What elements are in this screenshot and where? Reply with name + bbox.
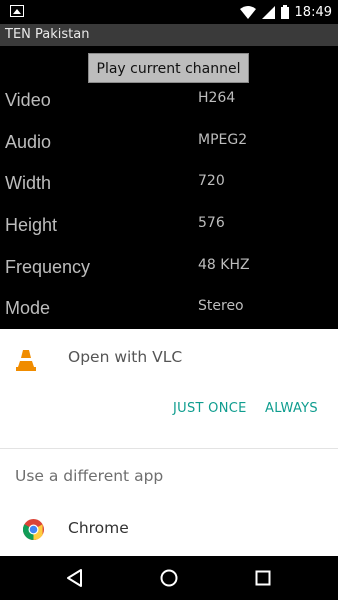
info-label: Video <box>5 90 51 110</box>
info-row-width: Width 720 <box>0 165 338 207</box>
play-current-channel-button[interactable]: Play current channel <box>88 53 249 83</box>
info-value: H264 <box>198 90 236 106</box>
use-different-app-heading: Use a different app <box>15 467 164 485</box>
info-label: Audio <box>5 131 52 152</box>
info-value: 576 <box>198 215 225 232</box>
open-with-sheet: Open with VLC JUST ONCE ALWAYS Use a dif… <box>0 329 338 556</box>
app-item-chrome[interactable]: Chrome <box>0 509 338 553</box>
signal-icon <box>261 5 275 19</box>
divider <box>0 448 338 449</box>
back-icon[interactable] <box>64 567 86 589</box>
info-value: 720 <box>198 173 225 190</box>
chooser-actions: JUST ONCE ALWAYS <box>0 401 338 425</box>
open-with-vlc-label: Open with VLC <box>68 348 183 366</box>
info-value: MPEG2 <box>198 131 248 148</box>
info-row-audio: Audio MPEG2 <box>0 124 338 166</box>
recents-icon[interactable] <box>252 567 274 589</box>
info-row-height: Height 576 <box>0 207 338 249</box>
navigation-bar <box>0 556 338 600</box>
info-label: Height <box>5 215 58 236</box>
app-item-label: Chrome <box>68 519 129 537</box>
app-title-bar: TEN Pakistan <box>0 24 338 46</box>
info-label: Width <box>5 173 52 194</box>
info-value: 48 KHZ <box>198 256 250 273</box>
wifi-icon <box>239 5 256 19</box>
open-with-vlc-row[interactable]: Open with VLC <box>0 329 338 387</box>
home-icon[interactable] <box>158 567 180 589</box>
info-row-frequency: Frequency 48 KHZ <box>0 249 338 291</box>
chrome-icon <box>23 519 44 540</box>
app-title: TEN Pakistan <box>5 27 90 42</box>
status-bar: 18:49 <box>0 0 338 24</box>
always-button[interactable]: ALWAYS <box>265 401 318 416</box>
channel-info-list: Video H264 Audio MPEG2 Width 720 Height … <box>0 82 338 332</box>
image-notification-icon <box>10 5 24 17</box>
info-value: Stereo <box>198 298 244 315</box>
vlc-cone-icon <box>16 350 36 371</box>
info-label: Frequency <box>5 256 91 277</box>
status-icons: 18:49 <box>239 0 332 24</box>
info-row-video: Video H264 <box>0 82 338 124</box>
info-label: Mode <box>5 298 51 319</box>
info-row-mode: Mode Stereo <box>0 290 338 332</box>
status-time: 18:49 <box>294 4 332 20</box>
just-once-button[interactable]: JUST ONCE <box>173 401 247 416</box>
battery-icon <box>280 5 289 19</box>
